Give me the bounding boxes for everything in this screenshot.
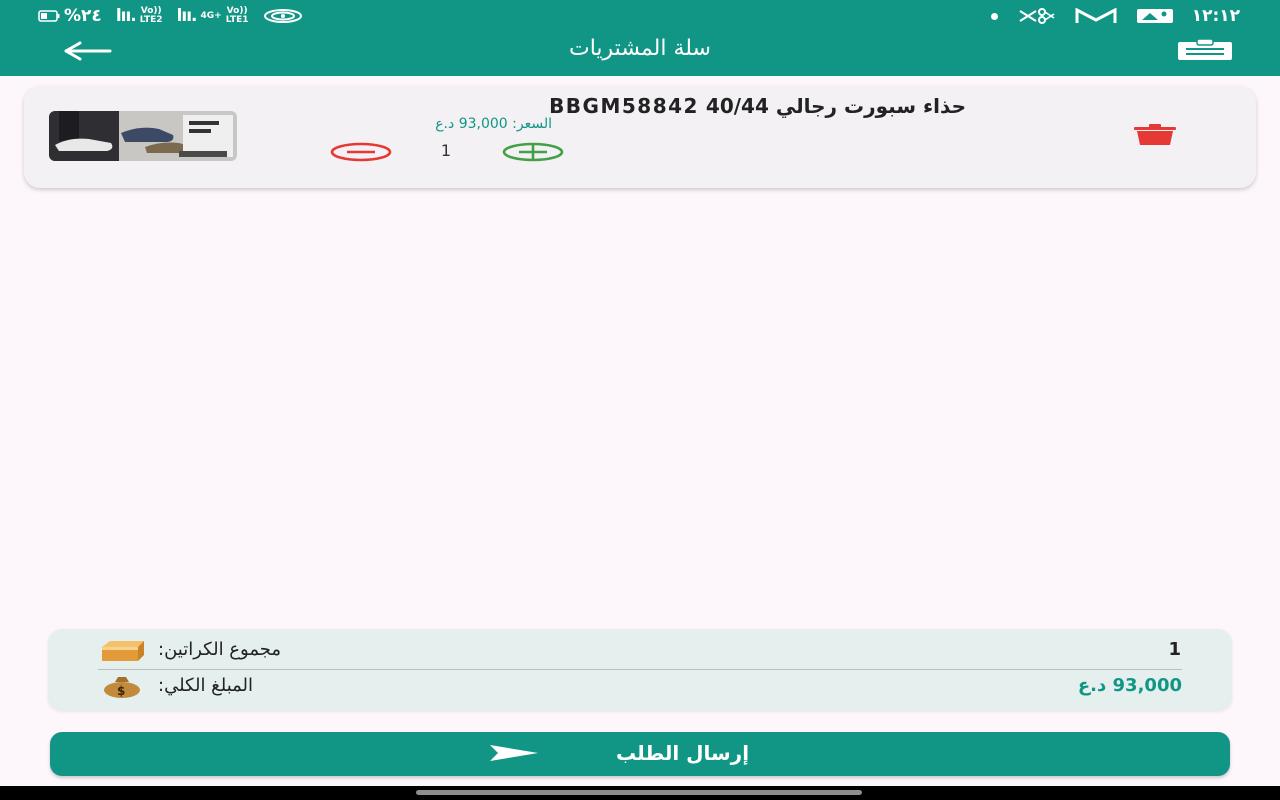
delete-item-button[interactable] <box>1132 124 1178 146</box>
plus-circle-icon <box>502 142 564 162</box>
svg-text:$: $ <box>117 684 125 698</box>
order-summary: مجموع الكراتين: 1 $ المبلغ الكلي: 93,000… <box>48 629 1232 711</box>
cart-item-card: حذاء سبورت رجالي 40/44 BBGM58842 السعر: … <box>24 86 1256 188</box>
product-name: حذاء سبورت رجالي 40/44 BBGM58842 <box>549 94 966 118</box>
increase-quantity-button[interactable] <box>501 142 565 162</box>
4g-label: 4G+ <box>200 10 222 21</box>
home-gesture-handle[interactable] <box>416 790 862 795</box>
signal-icon: lıı. <box>176 6 198 26</box>
product-thumbnail[interactable] <box>49 111 237 161</box>
wifi-icon <box>263 9 302 23</box>
boxes-count-row: مجموع الكراتين: 1 <box>98 637 1182 667</box>
gmail-icon <box>1075 8 1117 23</box>
boxes-count-value: 1 <box>1168 639 1182 660</box>
total-amount-row: $ المبلغ الكلي: 93,000 د.ع <box>98 673 1182 703</box>
submit-order-button[interactable]: إرسال الطلب <box>50 732 1230 776</box>
clipboard-button[interactable] <box>1176 38 1234 62</box>
shoe-product-image <box>49 111 237 161</box>
battery-percent: %٢٤ <box>64 6 102 26</box>
quantity-value: 1 <box>440 141 452 160</box>
battery-indicator: %٢٤ <box>38 6 102 26</box>
gallery-icon <box>1136 9 1173 23</box>
dot-icon <box>990 12 998 20</box>
status-right: ١٢:١٢ <box>990 6 1240 26</box>
summary-divider <box>98 669 1182 670</box>
send-icon <box>488 744 540 762</box>
page-title: سلة المشتريات <box>569 36 711 61</box>
signal-lte2: lıı. Vo)) LTE2 <box>116 6 163 26</box>
battery-icon <box>38 10 60 22</box>
boxes-count-label: مجموع الكراتين: <box>158 639 281 660</box>
submit-order-label: إرسال الطلب <box>616 741 750 765</box>
decrease-quantity-button[interactable] <box>329 142 393 162</box>
system-navigation-bar <box>0 786 1280 800</box>
product-price: السعر: 93,000 د.ع <box>435 116 552 132</box>
status-left: %٢٤ lıı. Vo)) LTE2 lıı. 4G+ Vo)) LTE1 <box>38 6 303 26</box>
lte1-label: LTE1 <box>225 15 249 25</box>
lte2-label: LTE2 <box>139 15 163 25</box>
box-icon <box>100 639 146 663</box>
status-bar: %٢٤ lıı. Vo)) LTE2 lıı. 4G+ Vo)) LTE1 ١٢:١… <box>0 0 1280 34</box>
signal-icon: lıı. <box>115 6 137 26</box>
clock: ١٢:١٢ <box>1191 6 1240 26</box>
total-amount-label: المبلغ الكلي: <box>158 675 254 696</box>
total-amount-value: 93,000 د.ع <box>1077 675 1182 696</box>
money-bag-icon: $ <box>100 675 146 699</box>
app-bar: %٢٤ lıı. Vo)) LTE2 lıı. 4G+ Vo)) LTE1 ١٢:١… <box>0 0 1280 76</box>
signal-lte1: lıı. 4G+ Vo)) LTE1 <box>177 6 249 26</box>
clipboard-icon <box>1178 38 1232 60</box>
trash-icon <box>1134 124 1176 145</box>
minus-circle-icon <box>330 142 392 162</box>
scissors-icon <box>1019 8 1055 24</box>
